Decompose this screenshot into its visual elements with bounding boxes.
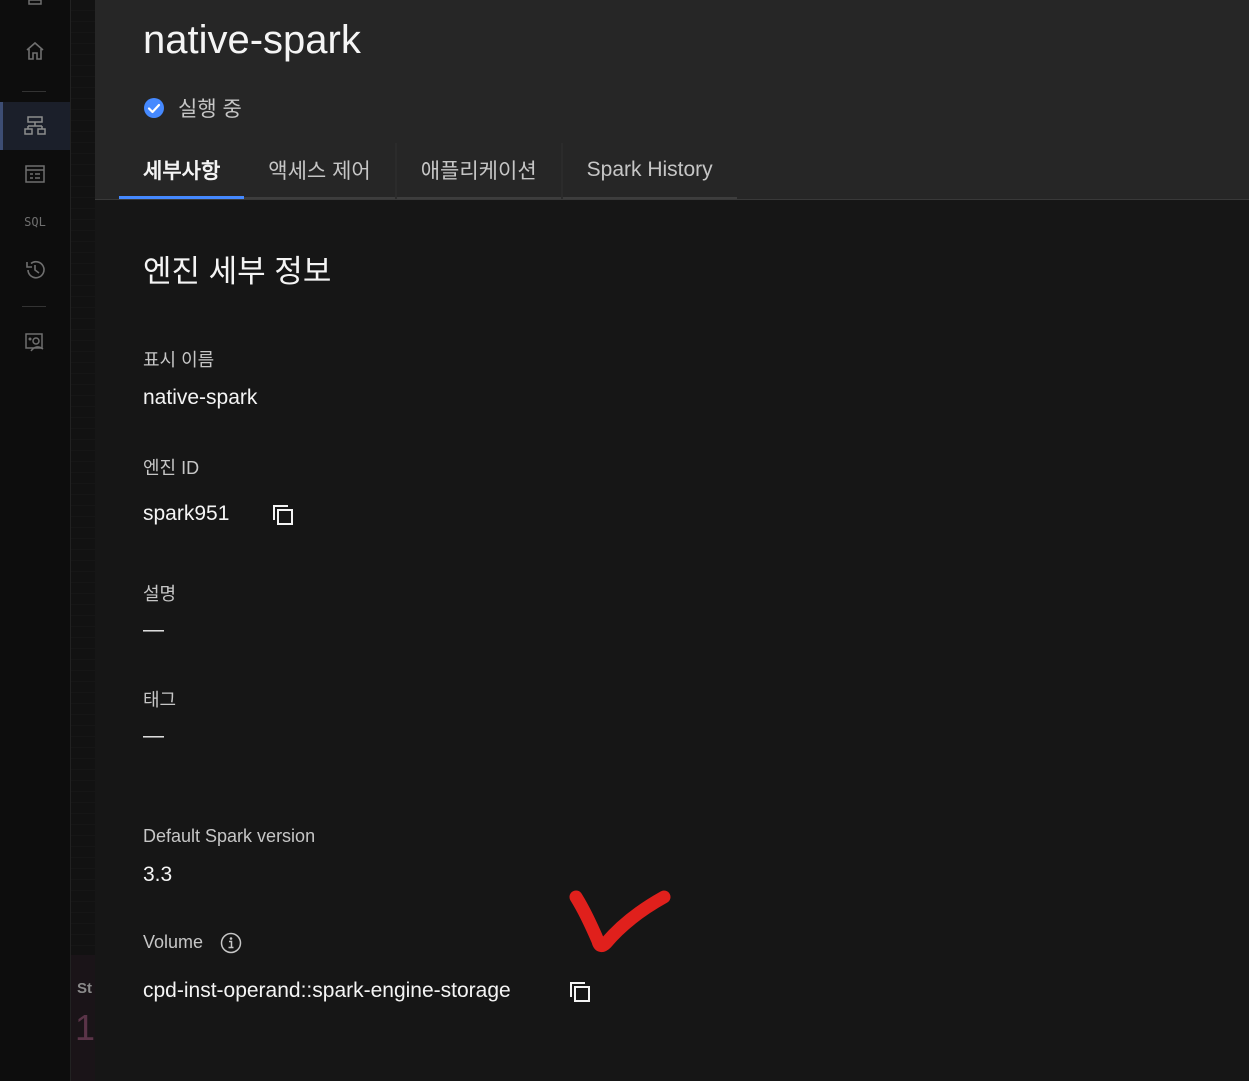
display-name-label: 표시 이름: [143, 350, 215, 370]
background-partial-text: St: [77, 980, 92, 997]
grid-icon[interactable]: [0, 0, 70, 8]
engine-header: native-spark 실행 중 세부사항 액세스 제어 애플리케이션 Spa…: [95, 0, 1249, 200]
red-checkmark-annotation-icon: [569, 890, 671, 953]
engine-details: 엔진 세부 정보 표시 이름 native-spark 엔진 ID spark9…: [95, 200, 1249, 1081]
history-icon[interactable]: [0, 246, 70, 294]
background-partial-number: 1: [75, 1007, 96, 1048]
status-text: 실행 중: [178, 98, 242, 121]
tab-details[interactable]: 세부사항: [119, 143, 245, 199]
engine-id-label: 엔진 ID: [143, 458, 200, 478]
home-icon[interactable]: [0, 27, 70, 75]
section-title: 엔진 세부 정보: [143, 254, 332, 289]
tags-label: 태그: [143, 690, 177, 710]
copy-volume-button[interactable]: [567, 979, 593, 1005]
sql-icon[interactable]: SQL: [0, 198, 70, 246]
nav-divider: [22, 91, 46, 92]
description-value: —: [143, 618, 164, 641]
copy-engine-id-button[interactable]: [270, 502, 296, 528]
engine-id-value: spark951: [143, 502, 230, 525]
spark-version-value: 3.3: [143, 863, 173, 886]
copy-icon: [273, 505, 293, 525]
side-nav: SQL: [0, 0, 71, 1081]
display-name-value: native-spark: [143, 386, 258, 409]
data-manager-icon[interactable]: [0, 150, 70, 198]
instances-icon[interactable]: [0, 102, 70, 150]
tab-applications[interactable]: 애플리케이션: [396, 143, 561, 199]
tab-spark-history[interactable]: Spark History: [562, 143, 737, 199]
sql-label: SQL: [24, 215, 46, 229]
background-panel: [71, 0, 95, 1081]
checkmark-filled-icon: [144, 98, 164, 118]
page-title: native-spark: [143, 18, 361, 62]
tags-value: —: [143, 724, 164, 747]
nav-divider: [22, 306, 46, 307]
copy-icon: [570, 982, 590, 1002]
spark-version-label: Default Spark version: [143, 826, 316, 846]
tab-access-control[interactable]: 액세스 제어: [244, 143, 395, 199]
access-control-icon[interactable]: [0, 318, 70, 366]
status-indicator: 실행 중: [143, 93, 242, 123]
volume-label: Volume: [143, 932, 204, 952]
description-label: 설명: [143, 584, 177, 604]
tab-list: 세부사항 액세스 제어 애플리케이션 Spark History: [119, 143, 737, 199]
volume-value: cpd-inst-operand::spark-engine-storage: [143, 979, 511, 1002]
information-icon[interactable]: [220, 932, 242, 954]
